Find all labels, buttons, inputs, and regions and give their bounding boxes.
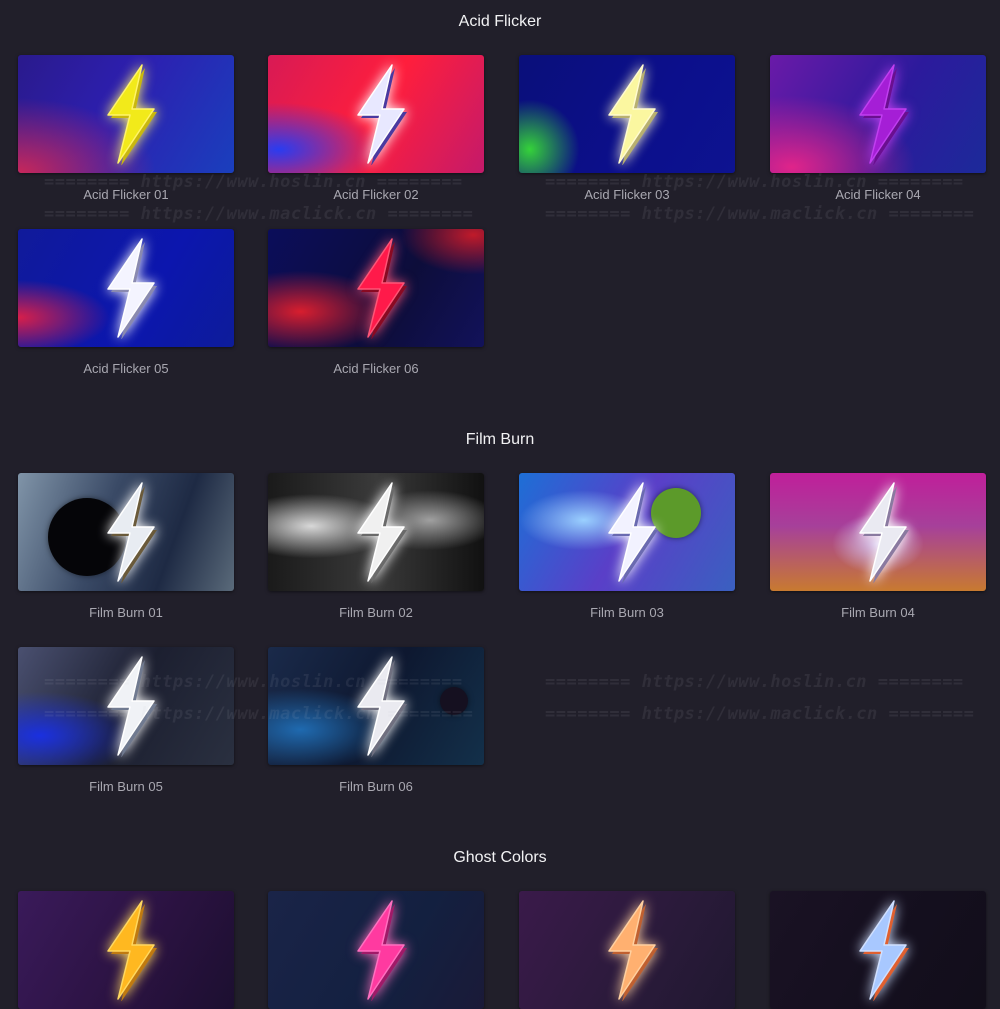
watermark-text: ======== https://www.maclick.cn ======== (545, 204, 975, 224)
watermark-text: ======== https://www.maclick.cn ======== (44, 704, 474, 724)
preset-label: Film Burn 05 (89, 779, 163, 794)
preset-thumbnail[interactable] (268, 891, 484, 1009)
watermark-text: ======== https://www.maclick.cn ======== (545, 704, 975, 724)
preset-label: Film Burn 02 (339, 605, 413, 620)
preset-label: Film Burn 06 (339, 779, 413, 794)
preset-thumbnail[interactable] (770, 55, 986, 173)
lightning-bolt-icon (859, 482, 909, 583)
watermark-text: ======== https://www.hoslin.cn ======== (545, 672, 964, 692)
preset-thumbnail[interactable] (770, 473, 986, 591)
section-title: Acid Flicker (458, 13, 542, 30)
watermark-text: ======== https://www.hoslin.cn ======== (44, 172, 463, 192)
lightning-bolt-icon (357, 64, 407, 165)
lightning-bolt-icon (107, 900, 157, 1001)
lightning-bolt-icon (107, 482, 157, 583)
lightning-bolt-icon (608, 900, 658, 1001)
preset-label: Acid Flicker 05 (83, 361, 169, 376)
preset-label: Film Burn 03 (590, 605, 664, 620)
watermark-text: ======== https://www.hoslin.cn ======== (545, 172, 964, 192)
section-title: Film Burn (465, 431, 535, 448)
lightning-bolt-icon (859, 900, 909, 1001)
preset-thumbnail[interactable] (519, 473, 735, 591)
preset-label: Film Burn 01 (89, 605, 163, 620)
lightning-bolt-icon (107, 64, 157, 165)
preset-thumbnail[interactable] (18, 473, 234, 591)
watermark-text: ======== https://www.hoslin.cn ======== (44, 672, 463, 692)
lightning-bolt-icon (859, 64, 909, 165)
preset-thumbnail[interactable] (519, 891, 735, 1009)
preset-thumbnail[interactable] (18, 891, 234, 1009)
preset-thumbnail[interactable] (18, 229, 234, 347)
watermark-text: ======== https://www.maclick.cn ======== (44, 204, 474, 224)
lightning-bolt-icon (608, 482, 658, 583)
preset-thumbnail[interactable] (770, 891, 986, 1009)
lightning-bolt-icon (357, 900, 407, 1001)
preset-label: Acid Flicker 06 (333, 361, 419, 376)
lightning-bolt-icon (608, 64, 658, 165)
lightning-bolt-icon (357, 482, 407, 583)
preset-label: Film Burn 04 (841, 605, 915, 620)
section-title: Ghost Colors (453, 849, 547, 866)
preset-thumbnail[interactable] (268, 55, 484, 173)
lightning-bolt-icon (107, 238, 157, 339)
preset-thumbnail[interactable] (268, 229, 484, 347)
preset-thumbnail[interactable] (268, 473, 484, 591)
preset-thumbnail[interactable] (519, 55, 735, 173)
lightning-bolt-icon (357, 238, 407, 339)
preset-thumbnail[interactable] (18, 55, 234, 173)
